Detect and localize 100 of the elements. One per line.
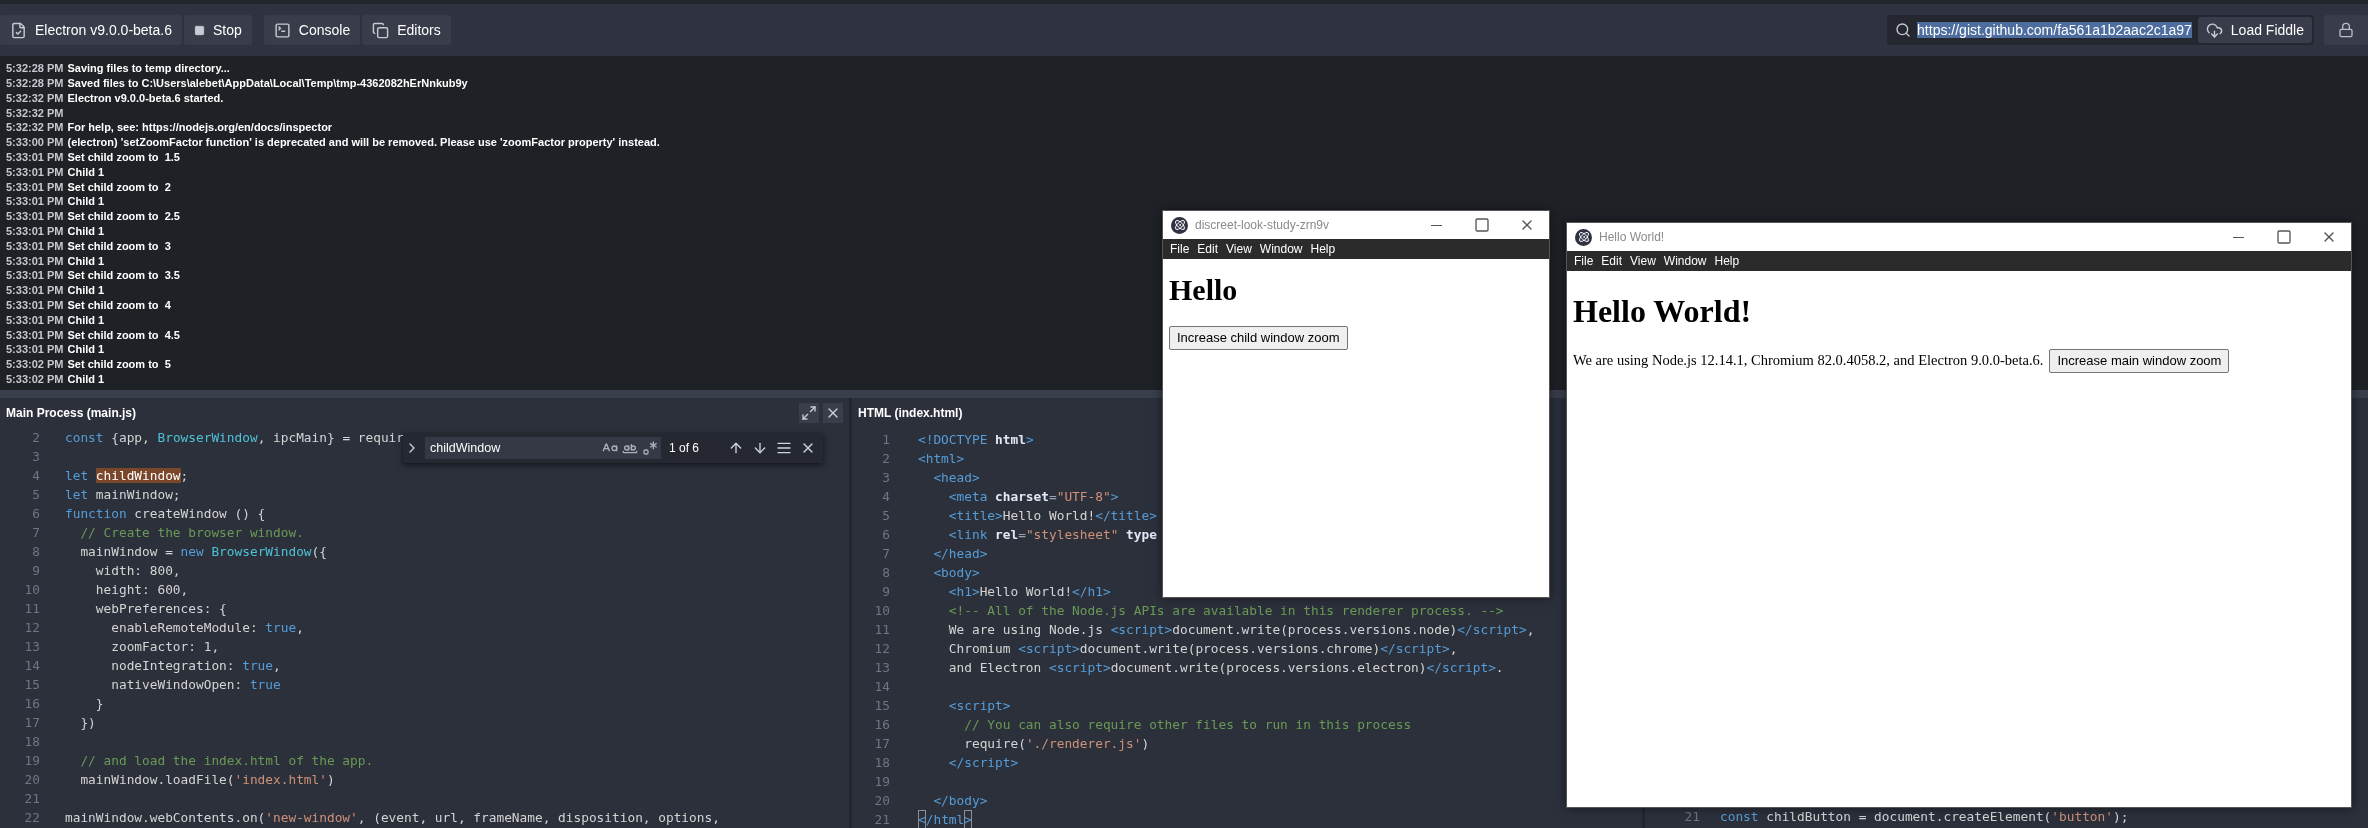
log-message: Set child zoom to 3.5 [67, 268, 180, 284]
line-number: 14 [873, 677, 890, 696]
menu-item[interactable]: Window [1659, 252, 1711, 270]
log-message: Child 1 [67, 164, 105, 180]
code-line: <script> [947, 696, 1011, 715]
log-message: Child 1 [67, 312, 105, 328]
log-time: 5:32:32 PM [6, 105, 64, 121]
log-time: 5:33:01 PM [6, 223, 64, 239]
line-number: 19 [23, 751, 40, 770]
code-line: </script> [947, 753, 1019, 772]
line-number: 17 [23, 713, 40, 732]
load-fiddle-button[interactable]: Load Fiddle [2197, 17, 2312, 43]
stop-icon [194, 24, 205, 36]
line-number: 9 [881, 582, 890, 601]
code-line: Chromium <script>document.write(process.versions.chrome)</script>, [947, 639, 1458, 658]
line-number: 21 [23, 789, 40, 808]
log-time: 5:33:01 PM [6, 283, 64, 299]
code-line: width: 800, [94, 561, 181, 580]
line-number: 3 [31, 447, 40, 466]
menu-item[interactable]: Window [1255, 240, 1307, 258]
log-message: Set child zoom to 2.5 [67, 209, 180, 225]
code-line: </html> [918, 809, 972, 828]
toolbar-button[interactable]: Editors [362, 15, 451, 45]
log-message: Child 1 [67, 253, 105, 269]
copy-icon [372, 21, 390, 39]
toolbar-button[interactable]: Stop [184, 15, 252, 45]
log-message: (electron) 'setZoomFactor function' is deprecated and will be removed. Please use 'zoomFactor property' instead. [67, 135, 660, 151]
toolbar-button[interactable]: Console [263, 15, 361, 45]
arrow-down-icon [752, 440, 768, 456]
editor-title: HTML (index.html) [858, 405, 963, 422]
menu-item[interactable]: Edit [1597, 252, 1627, 270]
toolbar-button[interactable]: Electron v9.0.0-beta.6 [0, 15, 182, 45]
code-line: // and load the index.html of the app. [79, 751, 374, 770]
log-time: 5:33:02 PM [6, 357, 64, 373]
code-line: nodeIntegration: true, [110, 656, 281, 675]
log-time: 5:33:01 PM [6, 327, 64, 343]
code-line: <h1>Hello World!</h1> [947, 582, 1111, 601]
line-number: 4 [31, 466, 40, 485]
menu-item[interactable]: Help [1306, 240, 1340, 258]
code-line: nativeWindowOpen: true [110, 675, 281, 694]
close-button[interactable] [823, 403, 843, 423]
log-message: Saved files to C:\Users\alebet\AppData\Local\Temp\tmp-4362082hErNnkub9y [67, 75, 468, 91]
zoom-button[interactable]: Increase child window zoom [1169, 326, 1348, 350]
log-message: Set child zoom to 4 [67, 297, 171, 313]
code-line: }) [79, 713, 96, 732]
line-number: 18 [23, 732, 40, 751]
line-number: 6 [881, 525, 890, 544]
lock-button[interactable] [2324, 15, 2368, 45]
menu-item[interactable]: File [1570, 252, 1598, 270]
line-number: 19 [873, 772, 890, 791]
line-number: 14 [23, 656, 40, 675]
log-time: 5:32:28 PM [6, 75, 64, 91]
code-line: <title>Hello World!</title> [947, 506, 1157, 525]
line-number: 2 [31, 428, 40, 447]
line-number: 13 [23, 637, 40, 656]
expand-icon [801, 405, 817, 421]
log-message: Set child zoom to 2 [67, 179, 171, 195]
log-message: Child 1 [67, 371, 105, 387]
log-time: 5:33:01 PM [6, 149, 64, 165]
url-field[interactable]: https://gist.github.com/fa561a1b2aac2c1a97 [1915, 19, 2194, 41]
log-time: 5:33:01 PM [6, 342, 64, 358]
log-time: 5:33:01 PM [6, 209, 64, 225]
code-line: height: 600, [94, 580, 189, 599]
log-time: 5:33:01 PM [6, 253, 64, 269]
minimize-icon [2233, 236, 2244, 238]
line-number: 5 [881, 506, 890, 525]
menu-item[interactable]: View [1222, 240, 1256, 258]
log-message: Child 1 [67, 283, 105, 299]
menu-item[interactable]: Edit [1193, 240, 1223, 258]
code-line: <link rel="stylesheet" type [947, 525, 1157, 544]
code-line: We are using Node.js <script>document.write(process.versions.node)</script>, [947, 620, 1535, 639]
line-number: 21 [1683, 807, 1700, 826]
menu-item[interactable]: Help [1710, 252, 1744, 270]
zoom-button[interactable]: Increase main window zoom [2049, 349, 2230, 373]
match-count: 1 of 6 [669, 440, 700, 457]
line-number: 10 [23, 580, 40, 599]
code-line: mainWindow.loadFile('index.html') [79, 770, 335, 789]
log-message: Set child zoom to 3 [67, 238, 171, 254]
find-field[interactable]: childWindow [425, 437, 598, 459]
line-number: 12 [873, 639, 890, 658]
line-number: 7 [881, 544, 890, 563]
log-time: 5:33:01 PM [6, 164, 64, 180]
line-number: 8 [881, 563, 890, 582]
window-title: Hello World! [1599, 229, 1665, 246]
line-number: 1 [881, 430, 890, 449]
menu-item[interactable]: File [1166, 240, 1194, 258]
menu-item[interactable]: View [1626, 252, 1660, 270]
log-message: Child 1 [67, 342, 105, 358]
maximize-button[interactable] [799, 403, 819, 423]
line-number: 5 [31, 485, 40, 504]
line-number: 13 [873, 658, 890, 677]
line-number: 20 [23, 770, 40, 789]
code-line: and Electron <script>document.write(process.versions.electron)</script>. [947, 658, 1504, 677]
line-number: 17 [873, 734, 890, 753]
code-line: <meta charset="UTF-8"> [947, 487, 1119, 506]
find-input-box[interactable]: childWindow [425, 437, 661, 459]
code-line: webPreferences: { [94, 599, 227, 618]
regex-icon[interactable] [642, 440, 658, 456]
line-number: 20 [873, 791, 890, 810]
code-line: const childButton = document.createElement('button'); [1720, 807, 2129, 826]
